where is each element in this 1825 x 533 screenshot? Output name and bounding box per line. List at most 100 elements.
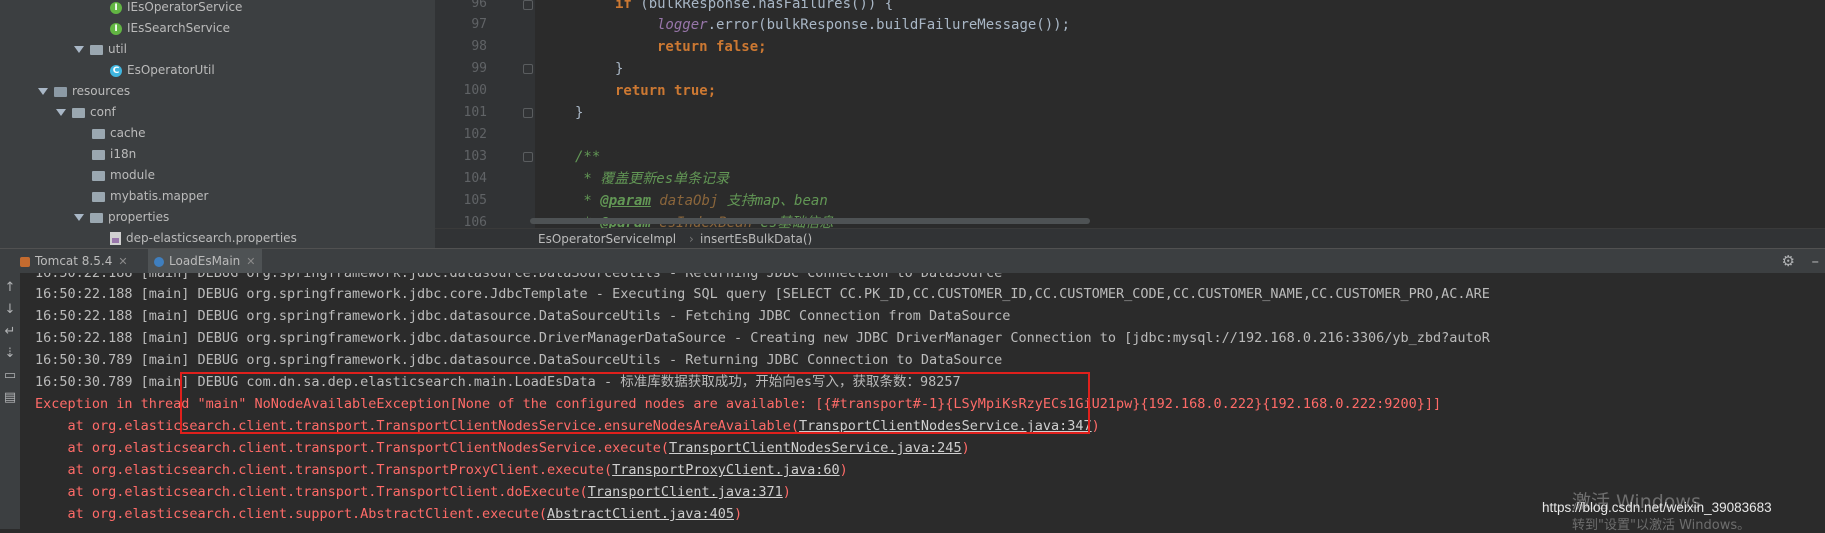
stack-frame: at org.elasticsearch.client.transport.Tr… [35, 437, 970, 459]
windows-activation-watermark-sub: 转到"设置"以激活 Windows。 [1572, 518, 1751, 533]
breadcrumb-separator: › [689, 232, 694, 246]
fold-marker-icon[interactable] [523, 108, 533, 118]
highlight-box [180, 372, 1090, 434]
stack-frame-text: ) [839, 462, 848, 478]
doc-tag: @param [600, 193, 651, 209]
expand-arrow-icon[interactable] [74, 46, 84, 53]
resources-folder-icon [54, 86, 67, 97]
tree-item-label: EsOperatorUtil [127, 63, 215, 77]
csdn-watermark: https://blog.csdn.net/weixin_39083683 [1542, 500, 1772, 515]
close-icon[interactable]: ✕ [246, 255, 255, 268]
tree-item-dep-elasticsearch-properties[interactable]: dep-elasticsearch.properties [110, 228, 297, 248]
close-icon[interactable]: ✕ [118, 255, 127, 268]
horizontal-scrollbar[interactable] [530, 218, 1090, 224]
tree-item-module[interactable]: module [92, 165, 155, 186]
code-text: .error(bulkResponse.buildFailureMessage(… [707, 17, 1071, 33]
line-number: 100 [463, 83, 487, 98]
tree-item-conf[interactable]: conf [56, 102, 116, 123]
code-keyword: return false [657, 39, 759, 55]
class-icon [154, 256, 164, 267]
tree-item-label: properties [108, 210, 170, 224]
gear-icon[interactable]: ⚙ [1782, 249, 1795, 273]
breadcrumb-class[interactable]: EsOperatorServiceImpl [538, 229, 676, 249]
tab-load-es-main[interactable]: LoadEsMain ✕ [148, 249, 262, 273]
properties-file-icon [110, 232, 121, 245]
expand-arrow-icon[interactable] [56, 109, 66, 116]
soft-wrap-icon[interactable]: ↵ [2, 324, 18, 340]
stack-frame-text: at org.elasticsearch.client.transport.Tr… [35, 462, 613, 478]
minimize-icon[interactable]: – [1812, 249, 1820, 273]
tree-item-label: IEsSearchService [127, 21, 230, 35]
line-number: 99 [471, 61, 487, 76]
fold-marker-icon[interactable] [523, 152, 533, 162]
line-number: 105 [463, 193, 487, 208]
stack-frame: at org.elasticsearch.client.support.Abst… [35, 503, 743, 525]
code-line-103: /** [575, 149, 601, 165]
code-editor[interactable]: 96 97 98 99 100 101 102 103 104 105 106 … [435, 0, 1825, 228]
line-number: 98 [471, 39, 487, 54]
line-number: 104 [463, 171, 487, 186]
interface-icon: I [110, 1, 122, 14]
tree-item-ies-operator-service[interactable]: I IEsOperatorService [110, 0, 242, 18]
stack-frame-text: at org.elasticsearch.client.transport.Tr… [35, 484, 588, 500]
tree-item-i18n[interactable]: i18n [92, 144, 136, 165]
console-line: 16:50:30.789 [main] DEBUG org.springfram… [35, 352, 1003, 368]
tree-item-label: dep-elasticsearch.properties [126, 231, 297, 245]
tree-item-resources[interactable]: resources [38, 81, 130, 102]
line-number: 102 [463, 127, 487, 142]
tree-item-util[interactable]: util [74, 39, 127, 60]
console-line: 16:50:22.188 [main] DEBUG org.springfram… [35, 308, 1011, 324]
tree-item-label: cache [110, 126, 146, 140]
tree-item-cache[interactable]: cache [92, 123, 146, 144]
stack-frame-link[interactable]: TransportProxyClient.java:60 [612, 462, 840, 478]
tomcat-icon [20, 256, 30, 267]
console-toolbar: ↑ ↓ ↵ ⇣ ▭ ▤ [0, 273, 20, 529]
tree-item-label: util [108, 42, 127, 56]
code-line-96: if (bulkResponse.hasFailures()) { [615, 0, 893, 15]
tree-item-label: module [110, 168, 155, 182]
stack-frame-link[interactable]: AbstractClient.java:405 [547, 506, 734, 522]
stack-frame-link[interactable]: TransportClientNodesService.java:245 [669, 440, 962, 456]
stack-frame-text: ) [1091, 418, 1100, 434]
stack-frame-text: at org.elasticsearch.client.support.Abst… [35, 506, 548, 522]
code-line-105: * @param dataObj 支持map、bean [575, 190, 827, 212]
code-text: (bulkResponse.hasFailures()) { [631, 0, 894, 12]
breadcrumb-method[interactable]: insertEsBulkData() [700, 229, 812, 249]
print-icon[interactable]: ▭ [2, 368, 18, 384]
fold-marker-icon[interactable] [523, 0, 533, 10]
folder-icon [92, 149, 105, 160]
code-line-100: return true; [615, 80, 716, 102]
expand-arrow-icon[interactable] [38, 88, 48, 95]
code-line-101: } [575, 105, 584, 121]
folder-icon [92, 191, 105, 202]
code-field: logger [657, 17, 708, 33]
tree-item-ies-search-service[interactable]: I IEsSearchService [110, 18, 230, 39]
line-number: 96 [471, 0, 487, 11]
scroll-up-icon[interactable]: ↑ [2, 280, 18, 296]
console-line: 16:50:22.188 [main] DEBUG org.springfram… [35, 330, 1490, 346]
tree-item-label: resources [72, 84, 131, 98]
expand-arrow-icon[interactable] [74, 214, 84, 221]
stack-frame-text: at org.elasticsearch.client.transport.Tr… [35, 440, 669, 456]
fold-marker-icon[interactable] [523, 64, 533, 74]
clear-all-icon[interactable]: ▤ [2, 390, 18, 406]
tab-label: Tomcat 8.5.4 [35, 254, 113, 268]
code-line-99: } [615, 61, 624, 77]
stack-frame-link[interactable]: TransportClient.java:371 [588, 484, 783, 500]
code-keyword: if [615, 0, 632, 12]
tree-item-mybatis-mapper[interactable]: mybatis.mapper [92, 186, 208, 207]
line-number: 103 [463, 149, 487, 164]
interface-icon: I [110, 22, 122, 35]
tree-item-properties[interactable]: properties [74, 207, 169, 228]
tree-item-es-operator-util[interactable]: C EsOperatorUtil [110, 60, 215, 81]
project-tree: I IEsOperatorService I IEsSearchService ut… [0, 0, 435, 248]
tab-label: LoadEsMain [169, 254, 241, 268]
tab-tomcat[interactable]: Tomcat 8.5.4 ✕ [14, 249, 134, 273]
doc-star: * [575, 193, 601, 209]
run-tool-window-header: Tomcat 8.5.4 ✕ LoadEsMain ✕ ⚙ – [0, 248, 1825, 274]
scroll-down-icon[interactable]: ↓ [2, 302, 18, 318]
line-number: 106 [463, 215, 487, 228]
scroll-to-end-icon[interactable]: ⇣ [2, 346, 18, 362]
stack-frame: at org.elasticsearch.client.transport.Tr… [35, 459, 848, 481]
editor-gutter: 96 97 98 99 100 101 102 103 104 105 106 [435, 0, 535, 228]
